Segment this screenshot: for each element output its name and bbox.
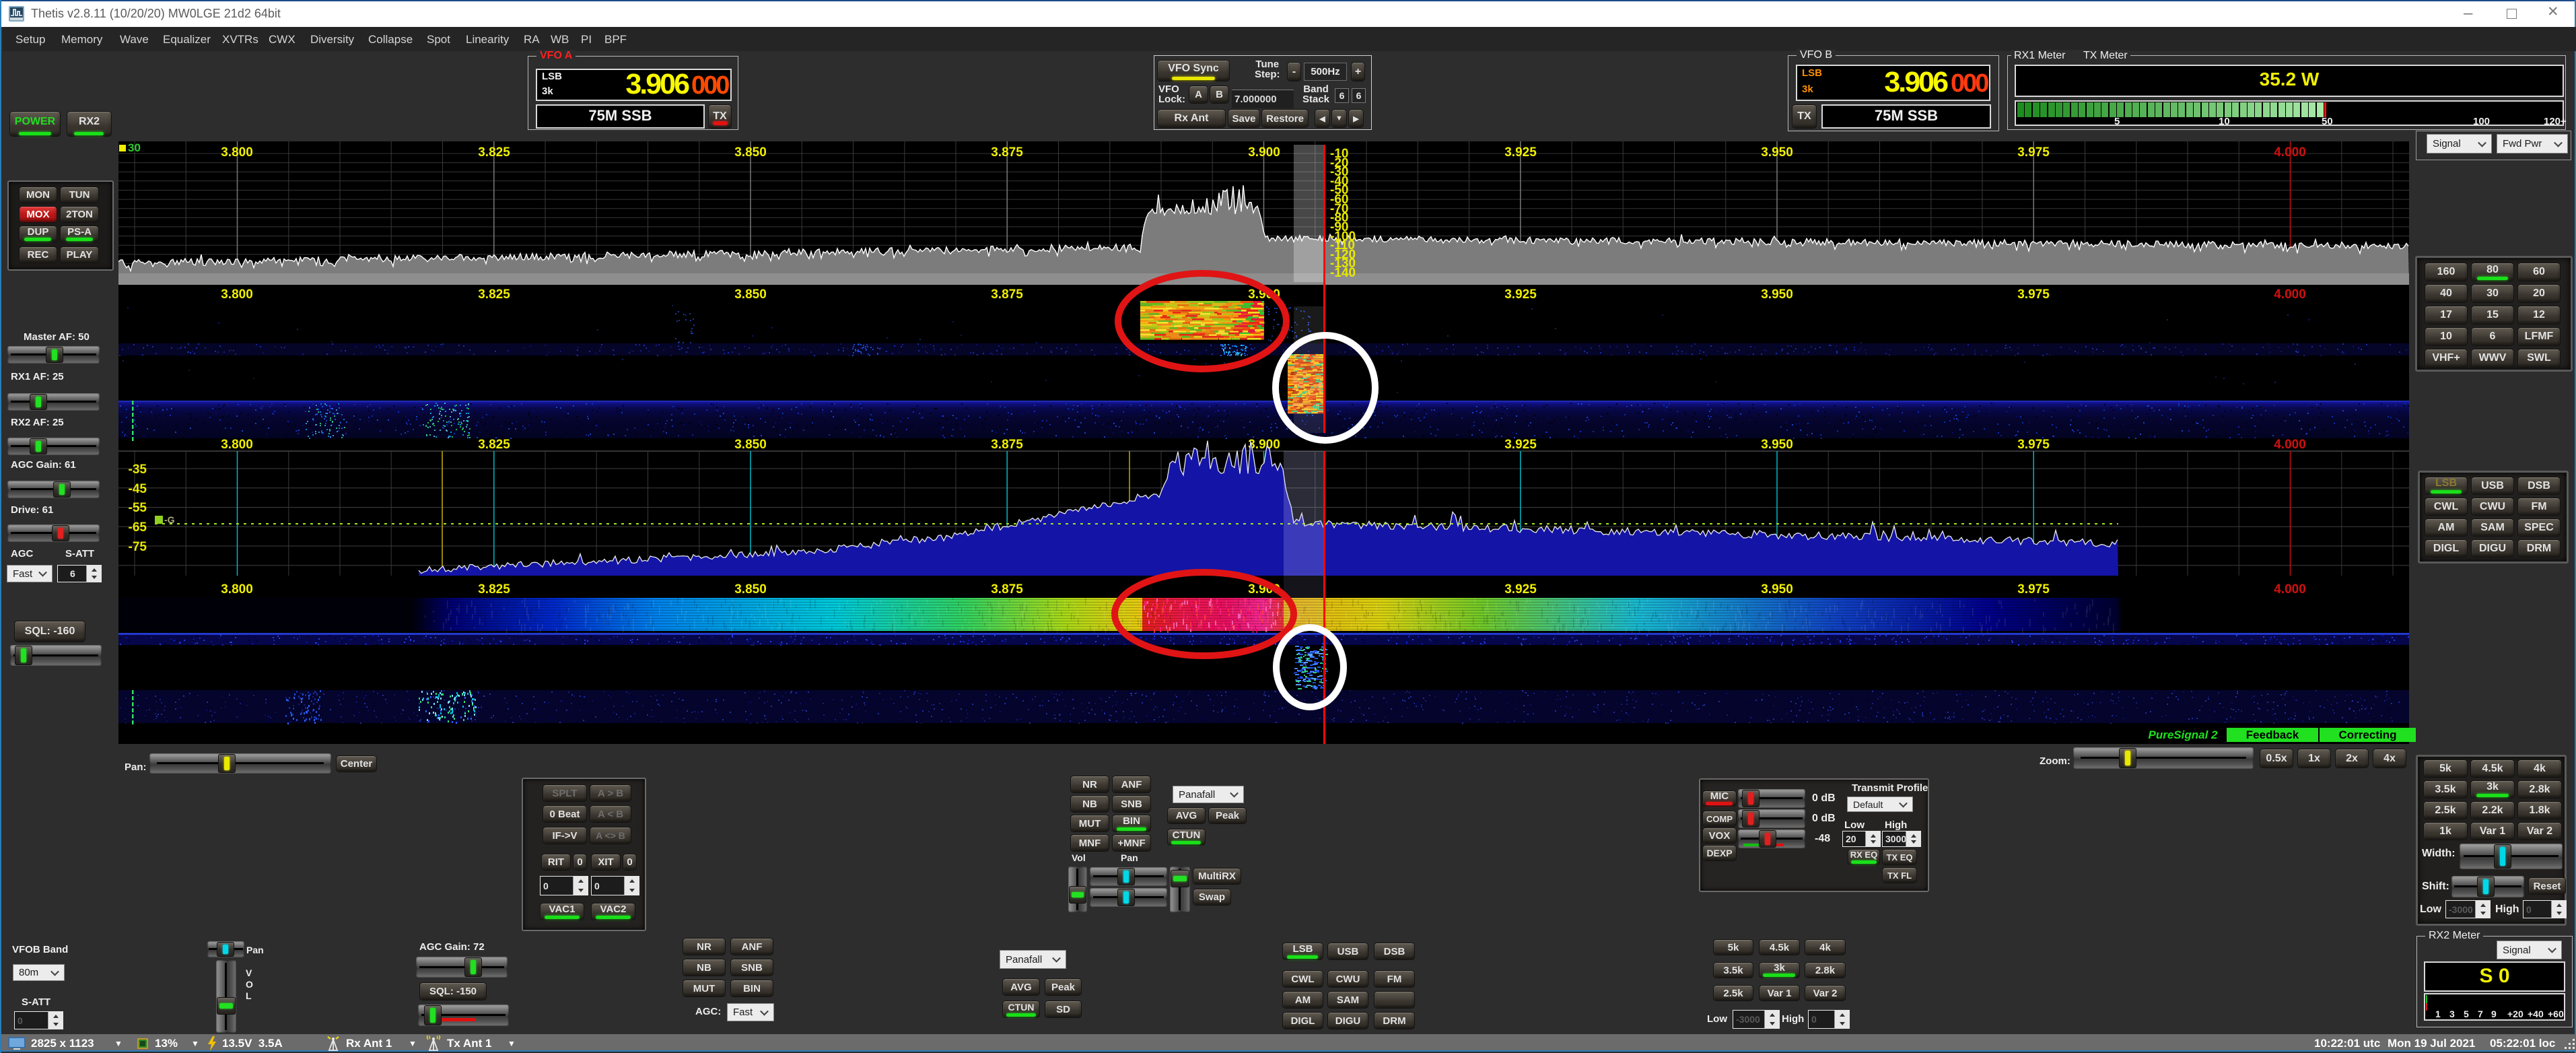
svg-text:3.875: 3.875 xyxy=(991,287,1023,302)
svg-text:4.000: 4.000 xyxy=(2274,145,2306,160)
svg-text:3.925: 3.925 xyxy=(1504,438,1537,452)
svg-text:3.950: 3.950 xyxy=(1761,582,1793,597)
svg-text:3.975: 3.975 xyxy=(2017,287,2050,302)
svg-text:3.850: 3.850 xyxy=(734,438,767,452)
svg-text:4.000: 4.000 xyxy=(2274,582,2306,597)
svg-text:3.825: 3.825 xyxy=(478,287,510,302)
svg-text:3.900: 3.900 xyxy=(1248,145,1280,160)
svg-text:-45: -45 xyxy=(129,482,147,496)
svg-text:30: 30 xyxy=(128,141,141,154)
svg-text:3.825: 3.825 xyxy=(478,145,510,160)
svg-text:3.925: 3.925 xyxy=(1504,287,1537,302)
svg-text:3.825: 3.825 xyxy=(478,438,510,452)
svg-text:3.925: 3.925 xyxy=(1504,582,1537,597)
svg-text:3.850: 3.850 xyxy=(734,287,767,302)
svg-text:3.900: 3.900 xyxy=(1248,438,1280,452)
svg-text:3.800: 3.800 xyxy=(221,145,253,160)
svg-text:3.825: 3.825 xyxy=(478,582,510,597)
svg-text:4.000: 4.000 xyxy=(2274,438,2306,452)
svg-text:3.800: 3.800 xyxy=(221,582,253,597)
svg-text:3.925: 3.925 xyxy=(1504,145,1537,160)
svg-text:3.875: 3.875 xyxy=(991,438,1023,452)
svg-text:-140: -140 xyxy=(1330,266,1356,280)
svg-text:3.850: 3.850 xyxy=(734,582,767,597)
svg-text:3.950: 3.950 xyxy=(1761,287,1793,302)
svg-text:3.800: 3.800 xyxy=(221,287,253,302)
svg-text:3.875: 3.875 xyxy=(991,145,1023,160)
svg-text:3.950: 3.950 xyxy=(1761,145,1793,160)
svg-text:3.975: 3.975 xyxy=(2017,438,2050,452)
svg-text:-G: -G xyxy=(164,514,175,525)
svg-text:3.850: 3.850 xyxy=(734,145,767,160)
svg-text:3.975: 3.975 xyxy=(2017,582,2050,597)
svg-text:-55: -55 xyxy=(129,501,147,515)
svg-text:3.875: 3.875 xyxy=(991,582,1023,597)
svg-text:4.000: 4.000 xyxy=(2274,287,2306,302)
svg-text:3.950: 3.950 xyxy=(1761,438,1793,452)
svg-text:-65: -65 xyxy=(129,520,147,535)
svg-text:3.975: 3.975 xyxy=(2017,145,2050,160)
svg-text:-35: -35 xyxy=(129,463,147,477)
svg-text:3.800: 3.800 xyxy=(221,438,253,452)
svg-text:-75: -75 xyxy=(129,540,147,554)
